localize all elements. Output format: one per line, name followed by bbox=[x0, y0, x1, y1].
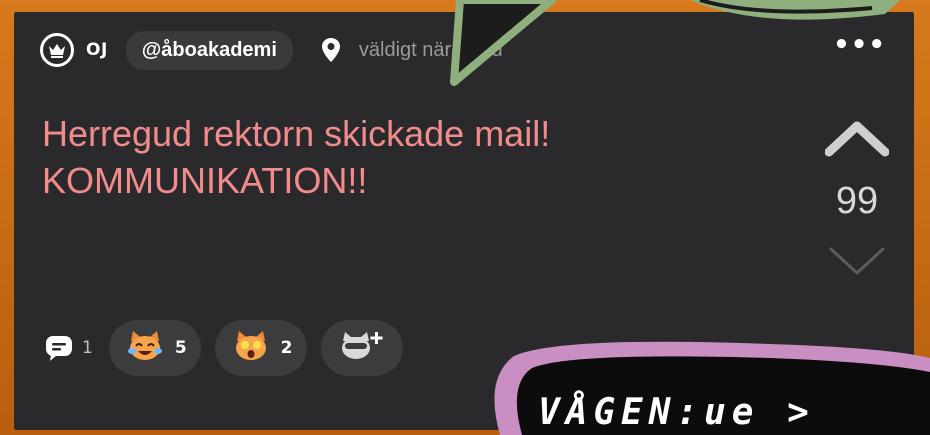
reaction-laughing[interactable]: 5 bbox=[108, 320, 201, 376]
post-line-2: KOMMUNIKATION!! bbox=[42, 160, 368, 201]
location-and-age: väldigt nära • 7d bbox=[358, 38, 503, 61]
post-footer: 1 5 2 bbox=[44, 320, 417, 376]
more-options-button[interactable]: ••• bbox=[833, 32, 886, 58]
vote-column: 99 bbox=[824, 118, 890, 285]
add-reaction-button[interactable] bbox=[320, 320, 403, 376]
author-initials: OJ bbox=[86, 40, 108, 60]
shocked-cat-icon bbox=[231, 329, 271, 367]
location-pin-icon bbox=[319, 36, 343, 64]
upvote-icon[interactable] bbox=[824, 118, 890, 162]
downvote-icon[interactable] bbox=[825, 241, 889, 285]
reaction-shocked-count: 2 bbox=[280, 338, 293, 358]
post-header: OJ @åboakademi väldigt nära • 7d bbox=[40, 30, 503, 70]
laughing-cat-icon bbox=[125, 329, 165, 367]
overlay-bubble-text: VÅGEN:ue > bbox=[538, 392, 815, 433]
comment-icon[interactable] bbox=[44, 333, 74, 363]
comment-count: 1 bbox=[82, 338, 93, 358]
channel-handle[interactable]: @åboakademi bbox=[125, 30, 293, 70]
reaction-shocked[interactable]: 2 bbox=[214, 320, 307, 376]
vote-count: 99 bbox=[835, 180, 879, 222]
post-body: Herregud rektorn skickade mail! KOMMUNIK… bbox=[42, 110, 762, 204]
post-line-1: Herregud rektorn skickade mail! bbox=[42, 113, 551, 154]
cat-add-icon bbox=[339, 329, 385, 367]
crown-icon[interactable] bbox=[40, 33, 74, 67]
reaction-laughing-count: 5 bbox=[174, 338, 187, 358]
